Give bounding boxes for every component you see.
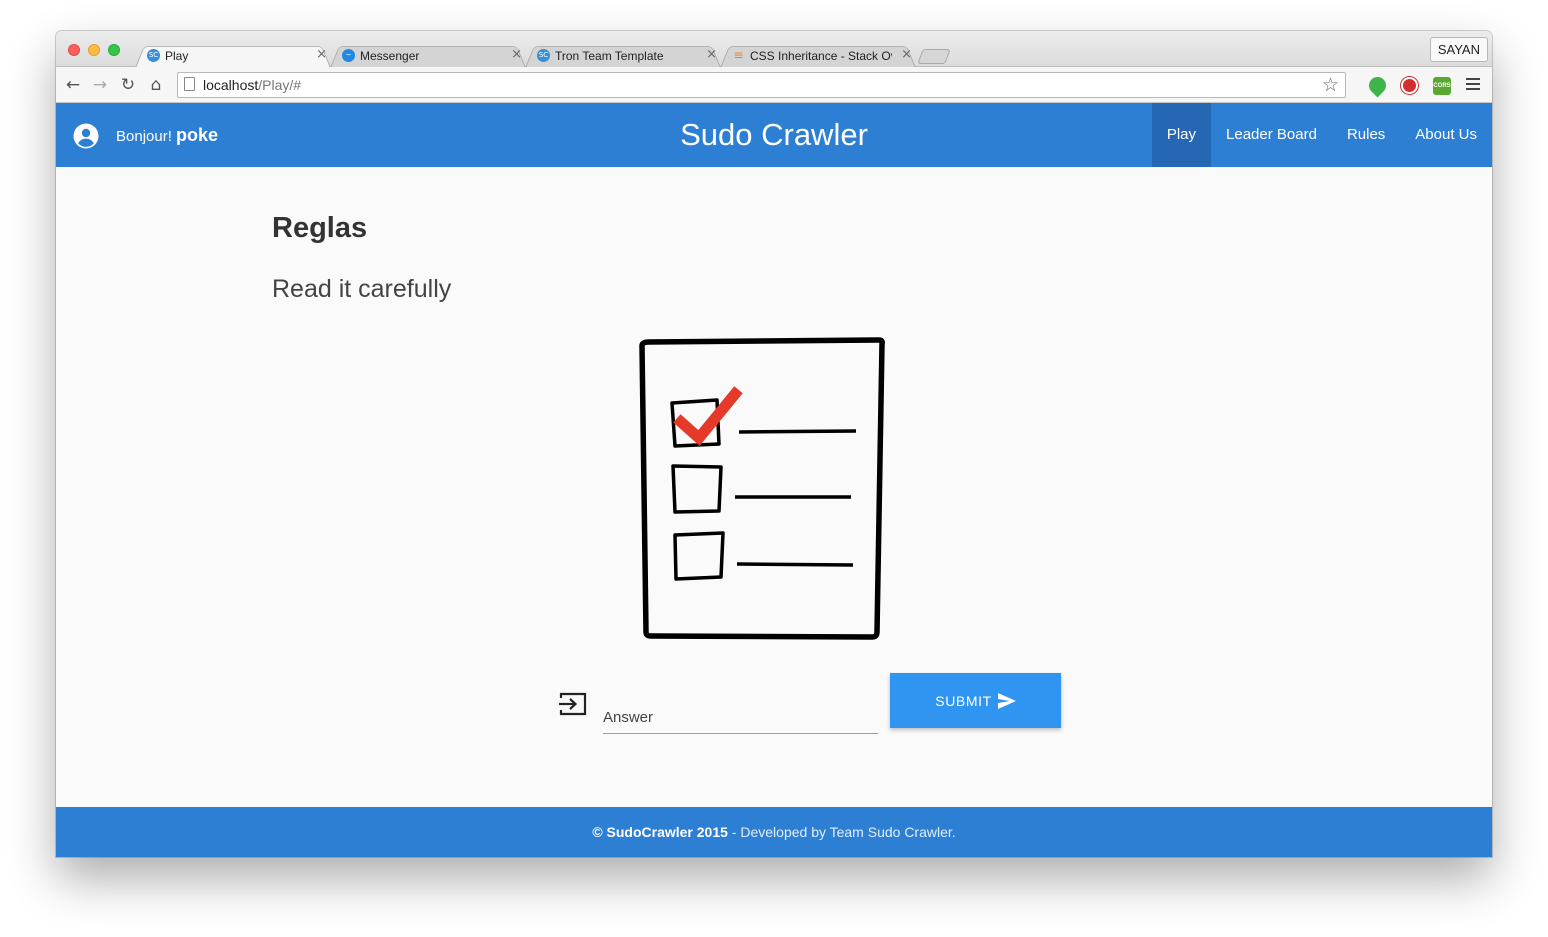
input-login-icon xyxy=(559,692,587,716)
address-bar[interactable]: localhost/Play/# ☆ xyxy=(177,72,1346,98)
main-nav: Play Leader Board Rules About Us xyxy=(1151,103,1492,167)
maximize-window-button[interactable] xyxy=(108,44,120,56)
answer-input[interactable] xyxy=(603,695,878,734)
tab-title: Tron Team Template xyxy=(555,49,664,63)
tab-strip: SC Play × ~ Messenger × SC Tron Team Tem… xyxy=(56,31,1492,68)
tab-title: Messenger xyxy=(360,49,420,63)
tab-title: CSS Inheritance - Stack Ov xyxy=(750,49,892,63)
submit-label: SUBMIT xyxy=(935,692,992,709)
stackoverflow-icon: ≡ xyxy=(733,48,744,62)
leaf-extension-icon[interactable] xyxy=(1365,73,1390,98)
url-text[interactable]: localhost/Play/# xyxy=(203,77,301,93)
nav-rules[interactable]: Rules xyxy=(1332,103,1400,167)
page-icon xyxy=(184,77,195,91)
new-tab-button[interactable] xyxy=(917,49,951,64)
cors-extension-icon[interactable]: CORS xyxy=(1433,77,1451,95)
app-header: Bonjour! poke Sudo Crawler Play Leader B… xyxy=(56,103,1492,167)
close-icon[interactable]: × xyxy=(901,47,912,62)
tab-play[interactable]: SC Play × xyxy=(135,43,331,68)
sc-icon: SC xyxy=(537,49,550,62)
page-subheading: Read it carefully xyxy=(272,275,452,303)
footer-credit: - Developed by Team Sudo Crawler. xyxy=(727,824,956,840)
tab-tron-team-template[interactable]: SC Tron Team Template × xyxy=(525,43,721,68)
profile-button[interactable]: SAYAN xyxy=(1429,37,1488,62)
minimize-window-button[interactable] xyxy=(88,44,100,56)
close-icon[interactable]: × xyxy=(316,47,327,62)
browser-toolbar: ← → ↻ ⌂ localhost/Play/# ☆ CORS xyxy=(56,67,1492,103)
footer: © SudoCrawler 2015 - Developed by Team S… xyxy=(56,807,1492,857)
footer-copyright: © SudoCrawler 2015 xyxy=(592,824,728,840)
close-icon[interactable]: × xyxy=(511,47,522,62)
reload-icon[interactable]: ↻ xyxy=(117,74,139,96)
close-window-button[interactable] xyxy=(68,44,80,56)
stop-extension-icon[interactable] xyxy=(1401,77,1418,94)
page-heading: Reglas xyxy=(272,212,368,244)
browser-window: SC Play × ~ Messenger × SC Tron Team Tem… xyxy=(56,31,1492,857)
nav-play[interactable]: Play xyxy=(1151,103,1212,167)
sc-icon: SC xyxy=(147,49,160,62)
submit-button[interactable]: SUBMIT xyxy=(890,673,1061,728)
back-icon[interactable]: ← xyxy=(62,74,84,96)
nav-leader-board[interactable]: Leader Board xyxy=(1211,103,1332,167)
messenger-icon: ~ xyxy=(342,49,355,62)
tab-css-inheritance[interactable]: ≡ CSS Inheritance - Stack Ov × xyxy=(720,43,916,68)
send-icon xyxy=(997,692,1016,709)
hamburger-menu-icon[interactable] xyxy=(1466,78,1480,93)
tab-title: Play xyxy=(165,49,189,63)
checklist-illustration xyxy=(639,337,885,640)
nav-about-us[interactable]: About Us xyxy=(1400,103,1492,167)
close-icon[interactable]: × xyxy=(706,47,717,62)
home-icon[interactable]: ⌂ xyxy=(145,74,167,96)
forward-icon[interactable]: → xyxy=(89,74,111,96)
bookmark-star-icon[interactable]: ☆ xyxy=(1322,74,1339,96)
tab-messenger[interactable]: ~ Messenger × xyxy=(330,43,526,68)
